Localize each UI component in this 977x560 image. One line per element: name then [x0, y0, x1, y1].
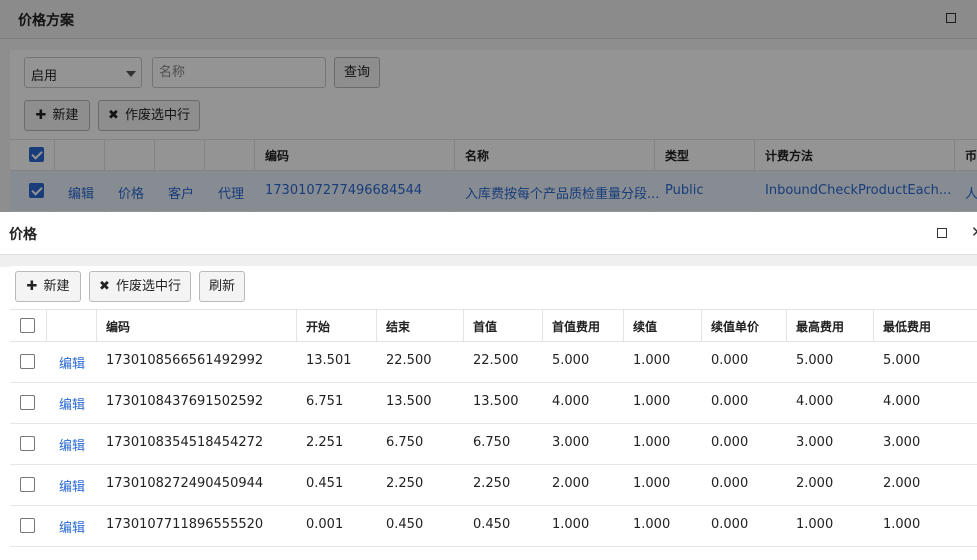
price-value-cell: 1.000	[633, 517, 671, 532]
table-row[interactable]: 编辑 1730107711896555520 0.001 0.450 0.450 1.00…	[10, 505, 977, 547]
price-value-cell: 13.501	[306, 353, 352, 368]
price-value-cell: 0.451	[306, 476, 344, 491]
price-code-cell: 1730108566561492992	[106, 353, 264, 368]
column-divider	[376, 309, 377, 341]
grid-border	[10, 309, 977, 310]
price-value-cell: 0.000	[711, 476, 749, 491]
price-value-cell: 1.000	[796, 517, 834, 532]
price-value-cell: 22.500	[386, 353, 432, 368]
column-divider	[463, 309, 464, 341]
column-header: 首值费用	[552, 320, 601, 334]
price-table-panel: ✚ 新建 ✖ 作废选中行 刷新 编码 开始 结束 首值 首值费用 续值 续值单价 最高费用 最低费用…	[10, 266, 977, 560]
price-value-cell: 0.450	[473, 517, 511, 532]
price-value-cell: 1.000	[633, 476, 671, 491]
price-value-cell: 5.000	[883, 353, 921, 368]
price-value-cell: 0.000	[711, 353, 749, 368]
edit-link[interactable]: 编辑	[59, 353, 85, 372]
column-divider	[296, 309, 297, 341]
column-header: 续值	[633, 320, 658, 334]
table-row[interactable]: 编辑 1730108566561492992 13.501 22.500 22.500 5…	[10, 341, 977, 383]
column-header: 最高费用	[796, 320, 845, 334]
column-header: 编码	[106, 320, 131, 334]
edit-link[interactable]: 编辑	[59, 394, 85, 413]
table-row[interactable]: 编辑 1730108437691502592 6.751 13.500 13.500 4.…	[10, 382, 977, 424]
edit-link[interactable]: 编辑	[59, 435, 85, 454]
price-value-cell: 6.751	[306, 394, 344, 409]
price-value-cell: 2.250	[473, 476, 511, 491]
price-value-cell: 5.000	[552, 353, 590, 368]
price-value-cell: 13.500	[386, 394, 432, 409]
column-divider	[623, 309, 624, 341]
new-price-label: 新建	[43, 279, 70, 294]
price-value-cell: 6.750	[473, 435, 511, 450]
column-header: 续值单价	[711, 320, 760, 334]
column-divider	[786, 309, 787, 341]
column-header: 首值	[473, 320, 498, 334]
price-code-cell: 1730108354518454272	[106, 435, 264, 450]
price-value-cell: 2.000	[796, 476, 834, 491]
price-value-cell: 1.000	[633, 353, 671, 368]
void-selected-label: 作废选中行	[115, 279, 181, 294]
price-value-cell: 1.000	[633, 435, 671, 450]
price-value-cell: 0.000	[711, 517, 749, 532]
price-dialog: 价格 ✕ ✚ 新建 ✖ 作废选中行 刷新 编码 开始 结束 首值 首值费用 续值 续值单价 最高费…	[0, 212, 977, 560]
price-value-cell: 3.000	[552, 435, 590, 450]
price-value-cell: 2.251	[306, 435, 344, 450]
void-selected-button[interactable]: ✖ 作废选中行	[89, 271, 191, 302]
price-value-cell: 4.000	[883, 394, 921, 409]
price-value-cell: 1.000	[883, 517, 921, 532]
price-value-cell: 2.000	[552, 476, 590, 491]
close-icon: ✖	[99, 279, 110, 294]
price-code-cell: 1730107711896555520	[106, 517, 264, 532]
new-price-button[interactable]: ✚ 新建	[15, 271, 81, 302]
table-row[interactable]: 编辑 1730108354518454272 2.251 6.750 6.750 3.00…	[10, 423, 977, 465]
price-value-cell: 4.000	[552, 394, 590, 409]
price-value-cell: 6.750	[386, 435, 424, 450]
price-value-cell: 2.250	[386, 476, 424, 491]
table-row[interactable]: 编辑 1730108272490450944 0.451 2.250 2.250 2.00…	[10, 464, 977, 506]
close-icon[interactable]: ✕	[971, 223, 977, 241]
price-grid: 编码 开始 结束 首值 首值费用 续值 续值单价 最高费用 最低费用编辑 173010856656…	[10, 309, 977, 560]
column-divider	[873, 309, 874, 341]
plus-icon: ✚	[26, 279, 38, 294]
price-value-cell: 0.001	[306, 517, 344, 532]
price-value-cell: 0.000	[711, 394, 749, 409]
column-header: 开始	[306, 320, 331, 334]
price-value-cell: 13.500	[473, 394, 519, 409]
price-value-cell: 1.000	[633, 394, 671, 409]
price-value-cell: 2.000	[883, 476, 921, 491]
column-header: 结束	[386, 320, 411, 334]
row-checkbox[interactable]	[20, 436, 35, 451]
column-divider	[46, 309, 47, 341]
price-value-cell: 0.000	[711, 435, 749, 450]
row-checkbox[interactable]	[20, 354, 35, 369]
refresh-button[interactable]: 刷新	[199, 271, 245, 302]
price-code-cell: 1730108272490450944	[106, 476, 264, 491]
select-all-checkbox[interactable]	[20, 318, 35, 333]
column-divider	[701, 309, 702, 341]
price-value-cell: 0.450	[386, 517, 424, 532]
price-value-cell: 5.000	[796, 353, 834, 368]
price-value-cell: 3.000	[883, 435, 921, 450]
price-value-cell: 4.000	[796, 394, 834, 409]
row-checkbox[interactable]	[20, 477, 35, 492]
price-code-cell: 1730108437691502592	[106, 394, 264, 409]
column-divider	[542, 309, 543, 341]
price-value-cell: 22.500	[473, 353, 519, 368]
price-value-cell: 1.000	[552, 517, 590, 532]
row-checkbox[interactable]	[20, 395, 35, 410]
column-divider	[96, 309, 97, 341]
row-checkbox[interactable]	[20, 518, 35, 533]
price-value-cell: 3.000	[796, 435, 834, 450]
modal-overlay	[0, 0, 977, 215]
edit-link[interactable]: 编辑	[59, 476, 85, 495]
row-divider	[10, 546, 977, 547]
maximize-icon[interactable]	[937, 228, 947, 238]
column-header: 最低费用	[883, 320, 932, 334]
edit-link[interactable]: 编辑	[59, 517, 85, 536]
dialog-title: 价格	[9, 227, 37, 243]
